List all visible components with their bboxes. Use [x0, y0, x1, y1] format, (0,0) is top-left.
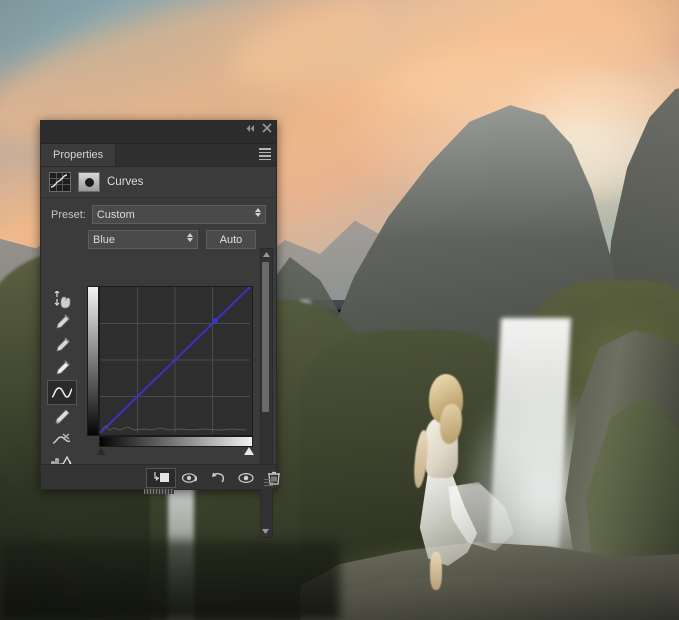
close-icon[interactable] — [262, 123, 272, 136]
adjustment-header: Curves — [41, 167, 276, 198]
scrollbar-thumb[interactable] — [262, 262, 269, 412]
clip-to-layer-button[interactable] — [146, 468, 176, 488]
smooth-curve-tool[interactable] — [48, 428, 76, 451]
black-point-slider[interactable] — [96, 447, 106, 455]
adjustment-title: Curves — [107, 176, 143, 188]
preset-dropdown[interactable]: Custom — [92, 205, 266, 224]
scroll-up-arrow[interactable] — [261, 249, 272, 260]
woman-figure — [404, 374, 514, 590]
resize-grip[interactable] — [264, 477, 273, 486]
figure-leg — [430, 552, 442, 590]
stepper-arrows-icon — [255, 208, 261, 217]
panel-body: Preset: Custom Blue Auto — [41, 198, 276, 484]
screenshot-root: Properties Curves Preset: Custom — [0, 0, 679, 620]
curve-control-point-1[interactable] — [213, 318, 218, 323]
pencil-draw-tool[interactable] — [48, 405, 76, 428]
reset-adjustment-button[interactable] — [204, 469, 232, 487]
gray-point-eyedropper[interactable] — [48, 334, 76, 357]
scroll-down-arrow[interactable] — [261, 526, 270, 537]
horizontal-input-gradient — [99, 436, 253, 447]
preset-row: Preset: Custom — [41, 198, 276, 224]
properties-panel[interactable]: Properties Curves Preset: Custom — [40, 120, 277, 490]
white-point-slider[interactable] — [244, 447, 254, 455]
channel-row: Blue Auto — [41, 224, 276, 249]
panel-drag-grip[interactable] — [144, 489, 174, 494]
curve-svg[interactable] — [100, 287, 250, 433]
panel-titlebar — [41, 121, 276, 144]
tab-properties[interactable]: Properties — [41, 144, 116, 166]
toggle-layer-visibility-button[interactable] — [232, 469, 260, 487]
curves-adjustment-icon[interactable] — [49, 172, 71, 192]
targeted-adjustment-tool[interactable] — [48, 288, 76, 311]
channel-dropdown[interactable]: Blue — [88, 230, 198, 249]
curves-tool-column — [45, 288, 79, 474]
black-point-eyedropper[interactable] — [48, 311, 76, 334]
panel-menu-icon[interactable] — [257, 148, 271, 160]
channel-value: Blue — [93, 234, 115, 246]
panel-footer — [41, 464, 276, 489]
collapse-icon[interactable] — [245, 124, 256, 136]
auto-button[interactable]: Auto — [206, 230, 256, 249]
figure-hair-strand — [440, 404, 462, 444]
tab-properties-label: Properties — [53, 149, 103, 161]
curve-control-point-2[interactable] — [248, 287, 251, 290]
vertical-output-gradient — [87, 286, 99, 436]
histogram-trace — [102, 426, 246, 430]
view-previous-state-button[interactable] — [176, 469, 204, 487]
panel-scrollbar[interactable] — [260, 248, 273, 538]
preset-label: Preset: — [51, 209, 86, 221]
panel-tab-row: Properties — [41, 144, 276, 167]
tab-empty-area — [116, 144, 276, 166]
preset-value: Custom — [97, 209, 135, 221]
curve-grid[interactable] — [99, 286, 253, 436]
window-controls — [245, 123, 272, 136]
auto-button-label: Auto — [220, 234, 243, 246]
curve-point-tool[interactable] — [47, 380, 77, 405]
layer-mask-thumbnail[interactable] — [78, 172, 100, 192]
white-point-eyedropper[interactable] — [48, 357, 76, 380]
stepper-arrows-icon — [187, 233, 193, 242]
curve-control-point-0[interactable] — [100, 431, 103, 434]
foreground-shadow — [0, 540, 340, 620]
